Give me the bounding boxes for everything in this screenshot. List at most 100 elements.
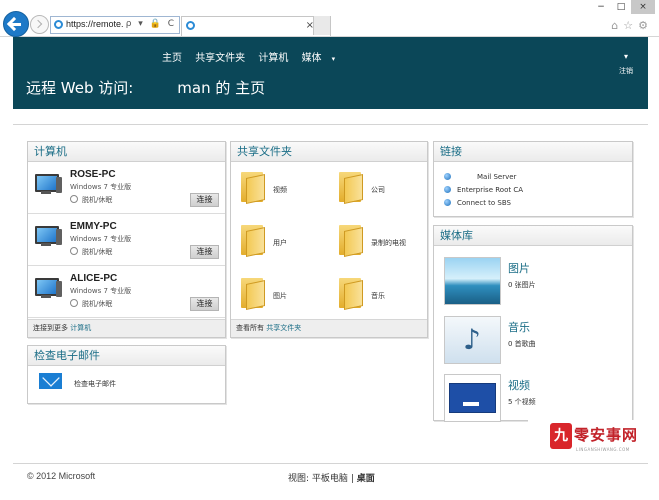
view-desktop-link[interactable]: 桌面 <box>357 474 375 484</box>
media-count: 0 张图片 <box>508 281 536 289</box>
media-title[interactable]: 音乐 <box>508 319 530 335</box>
folder-icon <box>339 172 363 205</box>
signout-menu[interactable]: ▾ 注销 <box>619 50 633 78</box>
view-separator: | <box>350 474 354 484</box>
view-switcher: 视图: 平板电脑 | 桌面 <box>288 471 375 484</box>
video-thumbnail <box>444 374 501 422</box>
menu-shared-folders[interactable]: 共享文件夹 <box>195 53 245 64</box>
computer-status-text: 脱机/休眠 <box>82 248 113 256</box>
watermark-text: 零安事网 <box>574 426 639 444</box>
home-favorites-tools-icons[interactable]: ⌂☆⚙ <box>611 19 653 32</box>
signout-label: 注销 <box>619 67 633 75</box>
media-item[interactable]: ♪ 音乐 0 首歌曲 <box>444 316 632 370</box>
shared-folders-footer-link[interactable]: 共享文件夹 <box>266 324 301 332</box>
computer-row: ROSE-PC Windows 7 专业版 脱机/休眠 连接 <box>28 162 225 214</box>
minimize-button[interactable]: − <box>591 0 611 14</box>
folder-music-icon <box>339 278 363 311</box>
address-tools[interactable]: ρ ▾ 🔒 C <box>126 19 176 29</box>
address-url[interactable]: https://remote. <box>66 19 124 29</box>
computer-os: Windows 7 专业版 <box>70 287 132 295</box>
maximize-button[interactable]: □ <box>611 0 631 14</box>
folder-item[interactable]: 视频 <box>231 164 329 216</box>
menu-computers[interactable]: 计算机 <box>258 53 288 64</box>
connect-button[interactable]: 连接 <box>190 245 219 259</box>
folder-item[interactable]: 公司 <box>329 164 427 216</box>
folder-pictures-icon <box>241 278 265 311</box>
music-note-icon: ♪ <box>463 323 481 356</box>
connect-button[interactable]: 连接 <box>190 297 219 311</box>
computers-footer-link[interactable]: 计算机 <box>70 324 91 332</box>
menu-home[interactable]: 主页 <box>162 53 182 64</box>
ie-icon <box>186 21 195 30</box>
chevron-down-icon: ▾ <box>623 52 628 61</box>
forward-button[interactable] <box>30 15 49 34</box>
folder-users-icon <box>241 225 265 258</box>
computers-panel-title: 计算机 <box>28 142 225 162</box>
folder-item[interactable]: 用户 <box>231 217 329 269</box>
check-email-link[interactable]: 检查电子邮件 <box>74 379 116 389</box>
links-panel: 链接 Mail Server Enterprise Root CA Connec… <box>433 141 633 217</box>
power-icon <box>70 247 78 255</box>
email-panel-title: 检查电子邮件 <box>28 346 225 366</box>
folder-label: 视频 <box>273 186 287 194</box>
pictures-thumbnail <box>444 257 501 305</box>
close-window-button[interactable]: × <box>631 0 655 14</box>
view-label: 视图: <box>288 474 310 484</box>
envelope-icon <box>39 373 62 389</box>
computers-footer-text: 连接到更多 <box>33 324 68 332</box>
globe-icon <box>444 186 451 193</box>
link-item[interactable]: Connect to SBS <box>444 199 511 207</box>
computer-icon <box>35 226 62 248</box>
new-tab-button[interactable] <box>313 16 330 35</box>
computers-panel-footer: 连接到更多 计算机 <box>28 319 225 337</box>
media-item[interactable]: 图片 0 张图片 <box>444 257 632 311</box>
link-item[interactable]: Enterprise Root CA <box>444 186 523 194</box>
globe-icon <box>444 199 451 206</box>
computer-os: Windows 7 专业版 <box>70 235 132 243</box>
address-bar[interactable]: https://remote. ρ ▾ 🔒 C <box>50 16 180 34</box>
watermark: 九 零安事网 LINGANSHIWANG.COM <box>528 420 659 462</box>
folder-item[interactable]: 录制的电视 <box>329 217 427 269</box>
computer-name: EMMY-PC <box>70 221 117 232</box>
back-button[interactable] <box>3 11 29 37</box>
menu-media[interactable]: 媒体 ▾ <box>302 53 346 64</box>
computer-name: ALICE-PC <box>70 273 118 284</box>
media-title[interactable]: 图片 <box>508 260 530 276</box>
top-menu: 主页 共享文件夹 计算机 媒体 ▾ <box>162 49 355 64</box>
shared-folders-panel-title: 共享文件夹 <box>231 142 427 162</box>
computer-status-text: 脱机/休眠 <box>82 300 113 308</box>
media-title[interactable]: 视频 <box>508 377 530 393</box>
shared-folders-footer-text: 查看所有 <box>236 324 264 332</box>
link-label: Enterprise Root CA <box>457 186 523 194</box>
view-tablet-link[interactable]: 平板电脑 <box>312 474 348 484</box>
computer-status: 脱机/休眠 <box>70 299 112 309</box>
page-header: 主页 共享文件夹 计算机 媒体 ▾ ▾ 注销 远程 Web 访问: man 的 主页 <box>13 37 648 109</box>
window-controls: − □ × <box>591 0 655 14</box>
divider <box>13 463 648 464</box>
computer-os: Windows 7 专业版 <box>70 183 132 191</box>
page-title: 远程 Web 访问: man 的 主页 <box>26 77 265 98</box>
computer-status: 脱机/休眠 <box>70 247 112 257</box>
power-icon <box>70 299 78 307</box>
connect-button[interactable]: 连接 <box>190 193 219 207</box>
divider <box>13 124 648 125</box>
computer-status-text: 脱机/休眠 <box>82 196 113 204</box>
folder-label: 录制的电视 <box>371 239 406 247</box>
link-item[interactable]: Mail Server <box>444 173 516 181</box>
shared-folders-panel-footer: 查看所有 共享文件夹 <box>231 319 427 337</box>
computers-panel: 计算机 ROSE-PC Windows 7 专业版 脱机/休眠 连接 EMMY-… <box>27 141 226 338</box>
folder-item[interactable]: 音乐 <box>329 270 427 322</box>
media-library-panel: 媒体库 图片 0 张图片 ♪ 音乐 0 首歌曲 视频 5 个视频 <box>433 225 633 422</box>
browser-tab[interactable]: × <box>181 16 331 36</box>
folder-label: 图片 <box>273 292 287 300</box>
folder-item[interactable]: 图片 <box>231 270 329 322</box>
media-count: 0 首歌曲 <box>508 340 536 348</box>
browser-toolbar: https://remote. ρ ▾ 🔒 C × − □ × ⌂☆⚙ <box>0 0 659 37</box>
copyright: © 2012 Microsoft <box>27 471 96 481</box>
watermark-subtext: LINGANSHIWANG.COM <box>576 447 630 452</box>
computer-icon <box>35 278 62 300</box>
ie-icon <box>54 20 63 29</box>
link-label: Mail Server <box>477 173 517 181</box>
folder-label: 音乐 <box>371 292 385 300</box>
page-title-prefix: 远程 Web 访问: <box>26 79 134 97</box>
